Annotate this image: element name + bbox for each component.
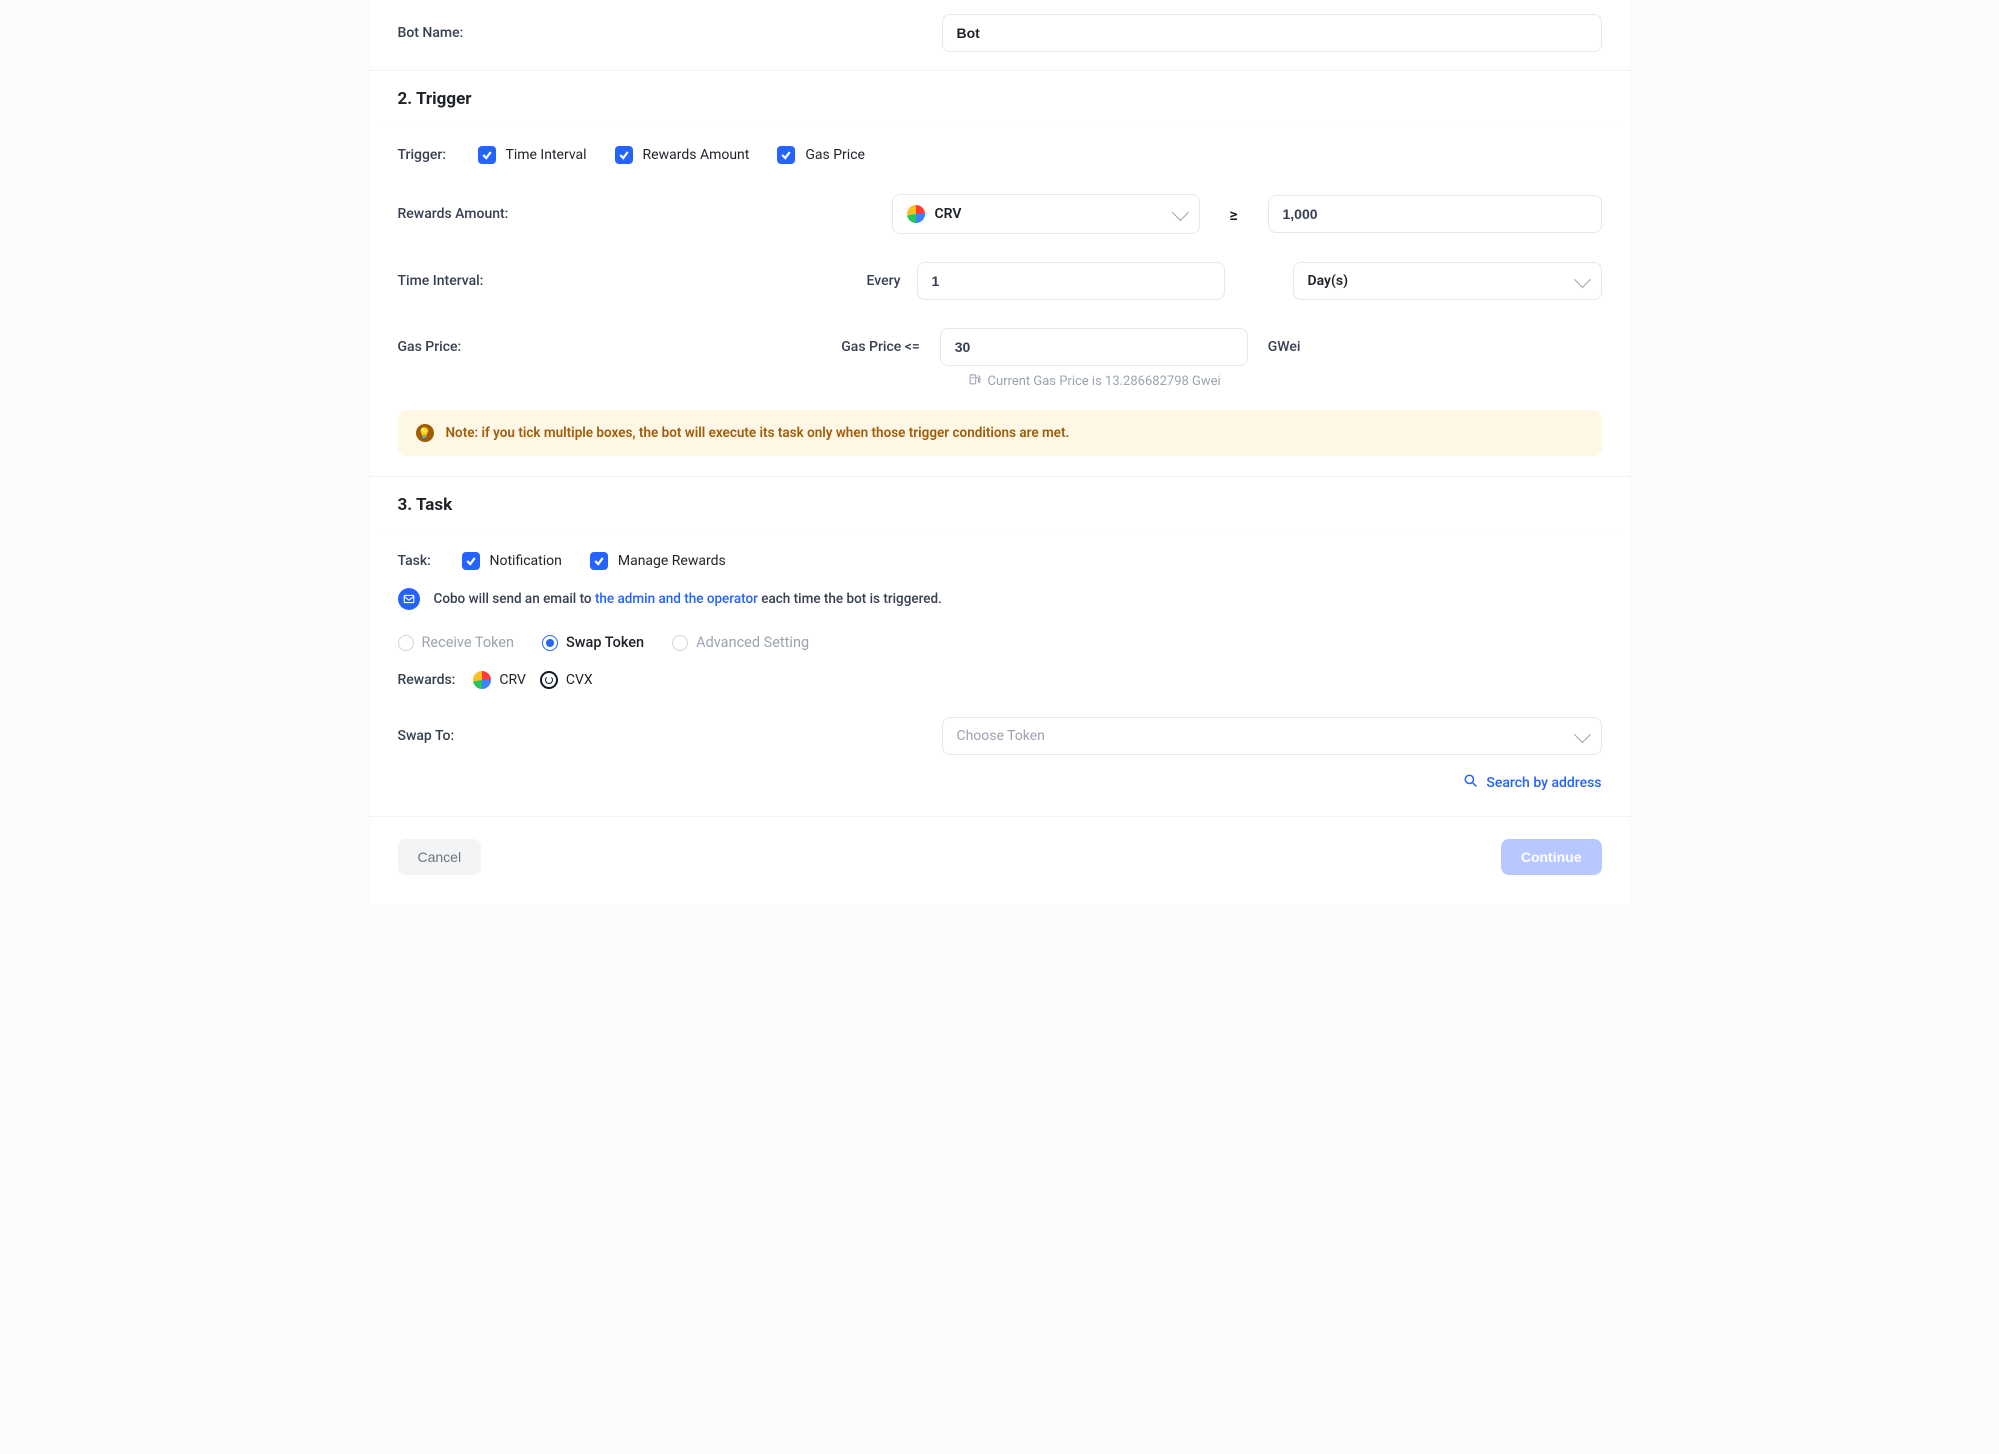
gas-price-input[interactable] [940, 328, 1248, 366]
gas-price-hint: Current Gas Price is 13.286682798 Gwei [940, 372, 1630, 402]
rewards-amount-input[interactable] [1268, 195, 1602, 233]
check-icon [590, 552, 608, 570]
gas-pump-icon [968, 372, 982, 390]
radio-icon [398, 635, 414, 651]
radio-receive-token[interactable]: Receive Token [398, 634, 515, 651]
task-section-header: 3. Task [370, 476, 1630, 530]
gas-price-unit: GWei [1268, 339, 1328, 355]
reward-token-cvx-label: CVX [566, 672, 593, 688]
email-info-text: Cobo will send an email to the admin and… [434, 591, 942, 607]
cvx-token-icon [540, 671, 558, 689]
time-interval-prefix: Every [867, 273, 901, 289]
continue-button[interactable]: Continue [1501, 839, 1602, 875]
checkbox-time-interval-label: Time Interval [506, 147, 587, 163]
bot-name-input[interactable] [942, 14, 1602, 52]
time-interval-input[interactable] [917, 262, 1225, 300]
gas-price-prefix: Gas Price <= [841, 339, 920, 355]
swap-to-placeholder: Choose Token [957, 728, 1045, 744]
checkbox-gas-price[interactable]: Gas Price [777, 146, 865, 164]
reward-token-crv-label: CRV [499, 672, 526, 688]
radio-advanced-setting-label: Advanced Setting [696, 634, 809, 651]
trigger-note-banner: 💡 Note: if you tick multiple boxes, the … [398, 410, 1602, 456]
time-interval-unit: Day(s) [1308, 273, 1348, 289]
rewards-tokens-row: Rewards: CRV CVX [370, 667, 1630, 707]
trigger-section-header: 2. Trigger [370, 70, 1630, 124]
trigger-label: Trigger: [398, 147, 458, 163]
search-icon [1463, 773, 1478, 792]
radio-icon [672, 635, 688, 651]
rewards-operator: ≥ [1220, 205, 1248, 224]
time-interval-label: Time Interval: [398, 273, 548, 289]
time-interval-row: Time Interval: Every Day(s) [370, 246, 1630, 312]
checkbox-time-interval[interactable]: Time Interval [478, 146, 587, 164]
rewards-token-value: CRV [935, 206, 962, 222]
bot-name-label: Bot Name: [398, 25, 548, 41]
checkbox-notification-label: Notification [490, 553, 562, 569]
check-icon [462, 552, 480, 570]
lightbulb-icon: 💡 [416, 424, 434, 442]
reward-token-cvx: CVX [540, 671, 593, 689]
check-icon [615, 146, 633, 164]
time-interval-unit-select[interactable]: Day(s) [1293, 262, 1602, 300]
radio-swap-token[interactable]: Swap Token [542, 634, 644, 651]
radio-swap-token-label: Swap Token [566, 634, 644, 651]
crv-token-icon [473, 671, 491, 689]
chevron-down-icon [1171, 204, 1188, 221]
search-by-address-text: Search by address [1486, 775, 1601, 791]
checkbox-manage-rewards[interactable]: Manage Rewards [590, 552, 726, 570]
swap-to-label: Swap To: [398, 728, 548, 744]
trigger-checkbox-row: Trigger: Time Interval Rewards Amount Ga… [370, 124, 1630, 176]
search-by-address-link[interactable]: Search by address [370, 767, 1630, 816]
email-icon [398, 588, 420, 610]
crv-token-icon [907, 205, 925, 223]
rewards-token-select[interactable]: CRV [892, 194, 1200, 234]
radio-receive-token-label: Receive Token [422, 634, 515, 651]
check-icon [777, 146, 795, 164]
radio-icon [542, 635, 558, 651]
rewards-label: Rewards: [398, 672, 456, 688]
trigger-note-text: Note: if you tick multiple boxes, the bo… [446, 425, 1070, 441]
bot-name-row: Bot Name: [370, 0, 1630, 70]
checkbox-rewards-amount[interactable]: Rewards Amount [615, 146, 750, 164]
checkbox-manage-rewards-label: Manage Rewards [618, 553, 726, 569]
footer: Cancel Continue [370, 816, 1630, 905]
task-mode-radio-group: Receive Token Swap Token Advanced Settin… [370, 626, 1630, 667]
task-label: Task: [398, 553, 442, 569]
task-checkbox-row: Task: Notification Manage Rewards [370, 530, 1630, 582]
checkbox-rewards-amount-label: Rewards Amount [643, 147, 750, 163]
gas-price-hint-text: Current Gas Price is 13.286682798 Gwei [988, 374, 1221, 389]
email-info-row: Cobo will send an email to the admin and… [370, 582, 1630, 626]
swap-to-row: Swap To: Choose Token [370, 707, 1630, 767]
rewards-amount-row: Rewards Amount: CRV ≥ [370, 176, 1630, 246]
gas-price-row: Gas Price: Gas Price <= GWei [370, 312, 1630, 372]
radio-advanced-setting[interactable]: Advanced Setting [672, 634, 809, 651]
gas-price-label: Gas Price: [398, 339, 548, 355]
check-icon [478, 146, 496, 164]
admin-operator-link[interactable]: the admin and the operator [595, 591, 758, 607]
chevron-down-icon [1573, 726, 1590, 743]
cancel-button[interactable]: Cancel [398, 839, 482, 875]
chevron-down-icon [1573, 271, 1590, 288]
checkbox-notification[interactable]: Notification [462, 552, 562, 570]
checkbox-gas-price-label: Gas Price [805, 147, 865, 163]
swap-to-select[interactable]: Choose Token [942, 717, 1602, 755]
reward-token-crv: CRV [473, 671, 526, 689]
rewards-amount-label: Rewards Amount: [398, 206, 548, 222]
